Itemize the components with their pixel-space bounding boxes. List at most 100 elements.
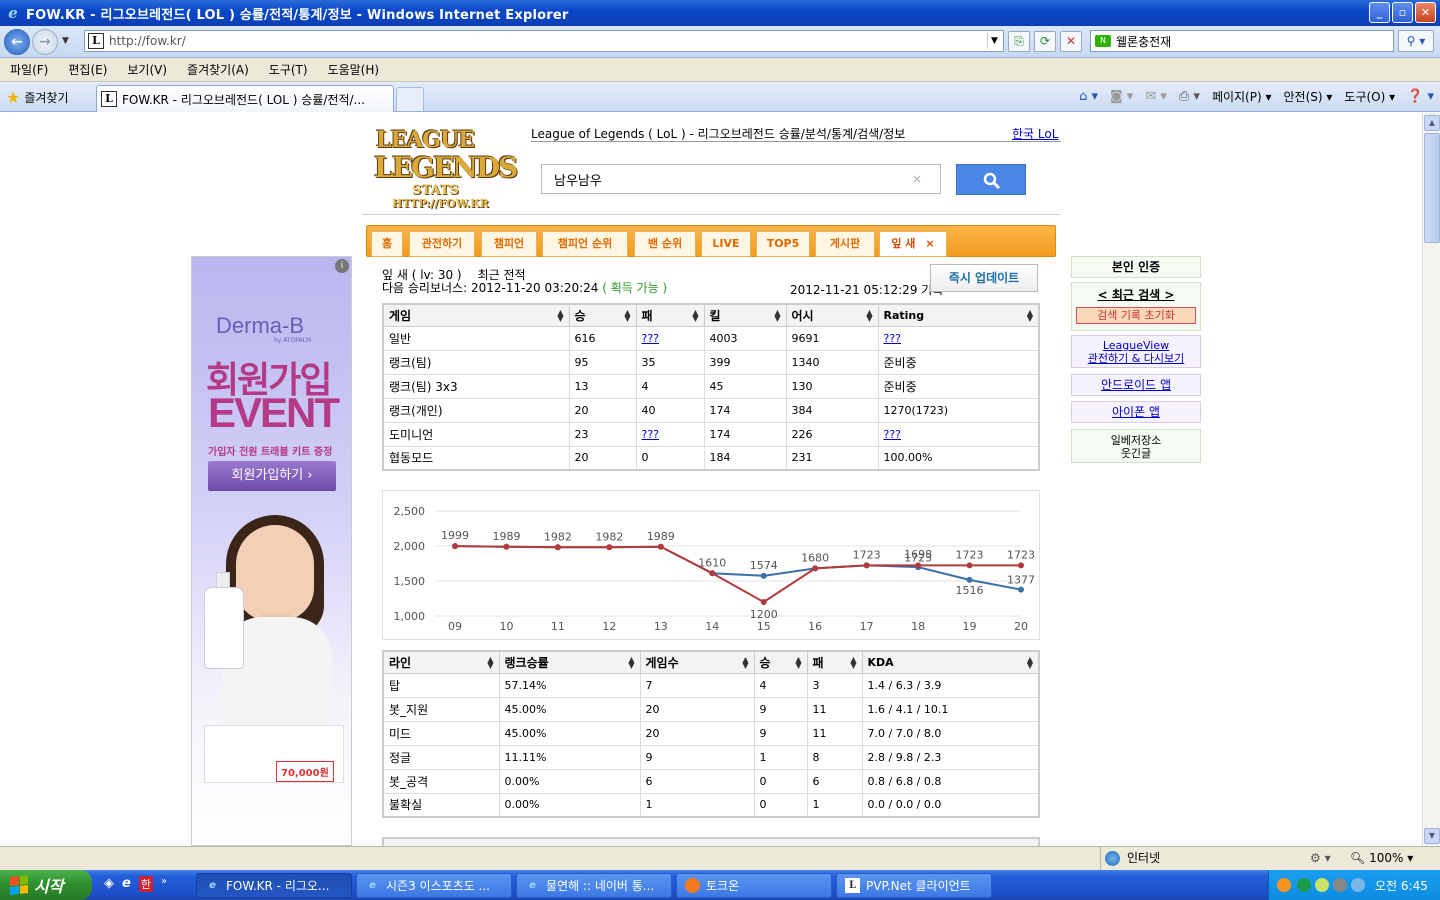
close-button[interactable]: ✕: [1415, 2, 1436, 23]
show-desktop-icon[interactable]: ◈: [104, 876, 114, 892]
nav-board[interactable]: 게시판: [815, 231, 875, 257]
col-kda[interactable]: KDA ▲ ▼: [861, 650, 1040, 674]
address-input[interactable]: http://fow.kr/: [109, 34, 186, 48]
address-dropdown-icon[interactable]: ▼: [987, 33, 1001, 49]
tray-security-icon[interactable]: [1315, 878, 1329, 892]
task-season3[interactable]: e 시즌3 이스포츠도 ...: [356, 873, 512, 898]
table-row: 랭크(개인) 20 40 174 384 1270(1723): [382, 397, 1040, 423]
recent-search-link[interactable]: < 최근 검색 >: [1072, 286, 1200, 303]
nav-champions[interactable]: 챔피언: [481, 231, 537, 257]
tray-people-icon[interactable]: [1351, 878, 1365, 892]
compatibility-icon[interactable]: ⎘: [1008, 31, 1030, 52]
favorites-button[interactable]: ★ 즐겨찾기: [6, 88, 69, 107]
col-kills[interactable]: 킬 ▲ ▼: [703, 303, 787, 327]
nav-spectate[interactable]: 관전하기: [409, 231, 475, 257]
tray-app-icon[interactable]: [1277, 878, 1291, 892]
menu-view[interactable]: 보기(V): [127, 61, 167, 78]
chart-point: [812, 565, 819, 572]
korea-lol-link[interactable]: 한국 LoL: [1012, 125, 1058, 142]
home-icon[interactable]: ⌂ ▾: [1079, 89, 1098, 104]
menu-edit[interactable]: 편집(E): [68, 61, 107, 78]
cmd-tools[interactable]: 도구(O) ▾: [1344, 88, 1395, 105]
leagueview-link[interactable]: LeagueView 관전하기 & 다시보기: [1071, 335, 1201, 368]
col-lane-losses[interactable]: 패 ▲ ▼: [806, 650, 863, 674]
forward-button[interactable]: →: [32, 29, 58, 55]
nav-ban-rank[interactable]: 밴 순위: [634, 231, 696, 257]
nav-top5[interactable]: TOP5: [756, 231, 810, 257]
menu-favorites[interactable]: 즐겨찾기(A): [187, 61, 249, 78]
quicklaunch-more-icon[interactable]: »: [161, 876, 167, 892]
reset-search-button[interactable]: 검색 기록 초기화: [1076, 307, 1196, 324]
scroll-up-icon[interactable]: ▲: [1424, 115, 1440, 131]
site-logo[interactable]: LEAGUE of LEGENDS STATS HTTP://FOW.KR: [372, 125, 520, 211]
help-icon[interactable]: ❓ ▾: [1407, 89, 1434, 104]
misc-link[interactable]: 일베저장소 웃긴글: [1071, 429, 1201, 463]
col-lane-wins[interactable]: 승 ▲ ▼: [753, 650, 808, 674]
nav-home[interactable]: 홈: [371, 231, 403, 257]
clear-search-icon[interactable]: ×: [912, 172, 922, 186]
unknown-link[interactable]: ???: [642, 428, 660, 441]
scroll-down-icon[interactable]: ▼: [1424, 828, 1440, 844]
nav-champion-rank[interactable]: 챔피언 순위: [542, 231, 628, 257]
col-losses[interactable]: 패 ▲ ▼: [635, 303, 705, 327]
security-zone[interactable]: 인터넷: [1100, 847, 1300, 871]
unknown-link[interactable]: ???: [884, 332, 902, 345]
menu-tools[interactable]: 도구(T): [269, 61, 308, 78]
maximize-button[interactable]: ▫: [1392, 2, 1413, 23]
history-dropdown-icon[interactable]: ▼: [62, 36, 69, 46]
quicklaunch-ie-icon[interactable]: e: [122, 876, 131, 892]
tray-utorrent-icon[interactable]: [1297, 878, 1311, 892]
nav-live[interactable]: LIVE: [701, 231, 751, 257]
refresh-icon[interactable]: ⟳: [1034, 31, 1056, 52]
close-tab-icon[interactable]: ×: [925, 237, 934, 250]
quicklaunch-hangul-icon[interactable]: 한: [138, 876, 153, 892]
task-label: 토크온: [706, 879, 740, 893]
ad-info-icon[interactable]: i: [335, 259, 349, 273]
col-game[interactable]: 게임 ▲ ▼: [382, 303, 570, 327]
zoom-control[interactable]: 🔍︎ 100% ▾: [1350, 847, 1413, 871]
menu-help[interactable]: 도움말(H): [328, 61, 380, 78]
update-now-button[interactable]: 즉시 업데이트: [930, 264, 1038, 292]
back-button[interactable]: ←: [4, 29, 30, 55]
scroll-thumb[interactable]: [1424, 133, 1440, 243]
cmd-safety[interactable]: 안전(S) ▾: [1284, 88, 1333, 105]
mail-icon[interactable]: ✉ ▾: [1145, 89, 1167, 104]
unknown-link[interactable]: ???: [884, 428, 902, 441]
browser-search-input[interactable]: [1116, 34, 1386, 48]
left-ad-banner[interactable]: i Derma-B by ATOPALM 회원가입 EVENT 가입자 전원 트…: [191, 256, 352, 846]
summoner-search-button[interactable]: [956, 164, 1026, 195]
ad-cta-button[interactable]: 회원가입하기 ›: [208, 461, 336, 491]
menu-file[interactable]: 파일(F): [10, 61, 48, 78]
protected-mode-icon[interactable]: ⚙ ▾: [1310, 851, 1331, 865]
task-pvpnet[interactable]: L PVP.Net 클라이언트: [836, 873, 992, 898]
nav-summoner-tab[interactable]: 잎 새 ×: [879, 231, 947, 257]
col-games[interactable]: 게임수 ▲ ▼: [639, 650, 755, 674]
summoner-search-input[interactable]: [554, 171, 904, 187]
col-rank-winrate[interactable]: 랭크승률 ▲ ▼: [498, 650, 641, 674]
col-assists[interactable]: 어시 ▲ ▼: [785, 303, 879, 327]
page-scrollbar[interactable]: ▲ ▼: [1422, 113, 1440, 846]
task-talkon[interactable]: 토크온: [676, 873, 832, 898]
address-bar[interactable]: L http://fow.kr/ ▼: [84, 30, 1004, 52]
print-icon[interactable]: ⎙ ▾: [1179, 89, 1200, 104]
minimize-button[interactable]: _: [1369, 2, 1390, 23]
col-wins[interactable]: 승 ▲ ▼: [568, 303, 637, 327]
task-naver[interactable]: e 물연해 :: 네이버 통...: [516, 873, 672, 898]
tray-network-icon[interactable]: [1333, 878, 1347, 892]
start-button[interactable]: 시작: [0, 870, 92, 900]
android-app-link[interactable]: 안드로이드 앱: [1071, 374, 1201, 396]
col-lane[interactable]: 라인 ▲ ▼: [382, 650, 500, 674]
col-rating[interactable]: Rating ▲ ▼: [877, 303, 1040, 327]
browser-search-box[interactable]: N: [1090, 30, 1394, 52]
tab-active[interactable]: L FOW.KR - 리그오브레전드( LOL ) 승률/전적/...: [96, 85, 394, 112]
stop-icon[interactable]: ✕: [1060, 31, 1082, 52]
iphone-app-link[interactable]: 아이폰 앱: [1071, 401, 1201, 423]
verify-button[interactable]: 본인 인증: [1071, 256, 1201, 278]
browser-search-button[interactable]: ⚲ ▾: [1398, 30, 1434, 52]
task-fow[interactable]: e FOW.KR - 리그오...: [196, 873, 352, 898]
new-tab-button[interactable]: [396, 87, 424, 111]
summoner-search-box[interactable]: ×: [541, 164, 941, 194]
cmd-page[interactable]: 페이지(P) ▾: [1212, 88, 1272, 105]
feeds-icon[interactable]: ◙ ▾: [1110, 89, 1133, 104]
unknown-link[interactable]: ???: [642, 332, 660, 345]
